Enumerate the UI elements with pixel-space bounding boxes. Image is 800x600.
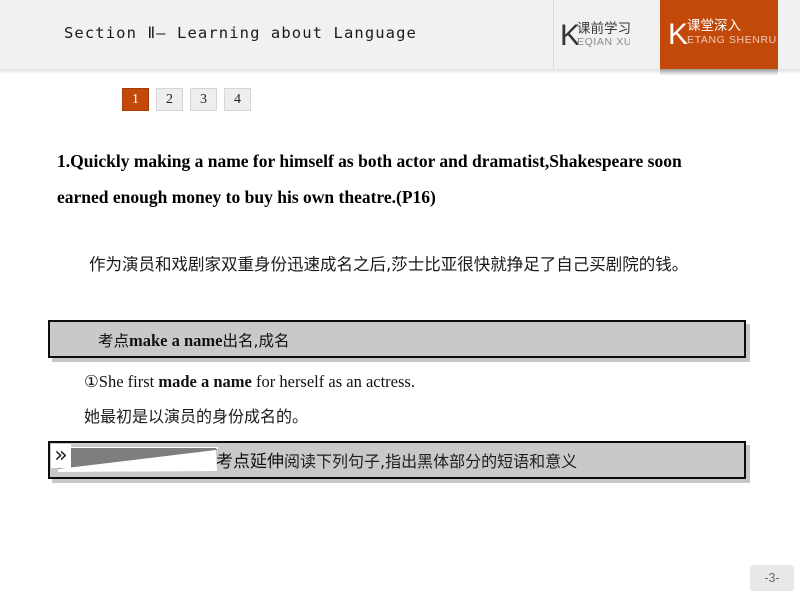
- nav-tab-ketang-shenru[interactable]: K 课堂深入 ETANG SHENRU: [660, 0, 778, 69]
- keypoint-phrase: make a name: [129, 331, 223, 350]
- wedge-decoration: [58, 447, 218, 473]
- nav-tab-inner: K 课前学习 EQIAN XUEXI: [554, 0, 630, 69]
- keypoint-meaning: 出名,成名: [222, 332, 290, 350]
- example-bold-phrase: made a name: [158, 372, 252, 391]
- wedge-shape-icon: [58, 447, 218, 472]
- example-sentence-en: ①She first made a name for herself as an…: [84, 372, 415, 392]
- keypoint-box: 考点make a name出名,成名: [48, 320, 746, 358]
- tab-label-cn: 课堂深入: [687, 18, 741, 34]
- extension-box-text: 考点延伸阅读下列句子,指出黑体部分的短语和意义: [216, 451, 577, 474]
- extension-instruction: 阅读下列句子,指出黑体部分的短语和意义: [284, 452, 578, 471]
- pager-item-2[interactable]: 2: [156, 88, 183, 111]
- tab-label-cn: 课前学习: [577, 21, 630, 37]
- example-prefix: ①She first: [84, 372, 159, 391]
- pager-item-3[interactable]: 3: [190, 88, 217, 111]
- extension-box: » 考点延伸阅读下列句子,指出黑体部分的短语和意义: [48, 441, 746, 479]
- tab-initial-letter: K: [668, 18, 689, 51]
- extension-label: 考点延伸: [216, 452, 284, 472]
- pager-item-1[interactable]: 1: [122, 88, 149, 111]
- pager-item-4[interactable]: 4: [224, 88, 251, 111]
- example-sentence-cn: 她最初是以演员的身份成名的。: [84, 407, 309, 426]
- nav-tab-inner: K 课堂深入 ETANG SHENRU: [660, 0, 778, 69]
- page-number-badge: -3-: [750, 565, 794, 591]
- english-statement: 1.Quickly making a name for himself as b…: [57, 151, 682, 207]
- chinese-translation: 作为演员和戏剧家双重身份迅速成名之后,莎士比亚很快就挣足了自己买剧院的钱。: [89, 255, 689, 274]
- active-tab-shadow: [660, 69, 778, 76]
- tab-label-pinyin: EQIAN XUEXI: [577, 36, 630, 48]
- keypoint-label: 考点: [98, 332, 130, 350]
- header-right-strip: [778, 0, 800, 69]
- tab-label-pinyin: ETANG SHENRU: [687, 34, 777, 46]
- step-pager: 1 2 3 4: [122, 88, 251, 111]
- page-title: Section Ⅱ— Learning about Language: [64, 24, 417, 42]
- double-chevron-icon: »: [51, 444, 71, 468]
- keypoint-box-text: 考点make a name出名,成名: [98, 330, 289, 353]
- nav-tab-keqian-xuexi[interactable]: K 课前学习 EQIAN XUEXI: [554, 0, 630, 69]
- example-suffix: for herself as an actress.: [251, 372, 415, 391]
